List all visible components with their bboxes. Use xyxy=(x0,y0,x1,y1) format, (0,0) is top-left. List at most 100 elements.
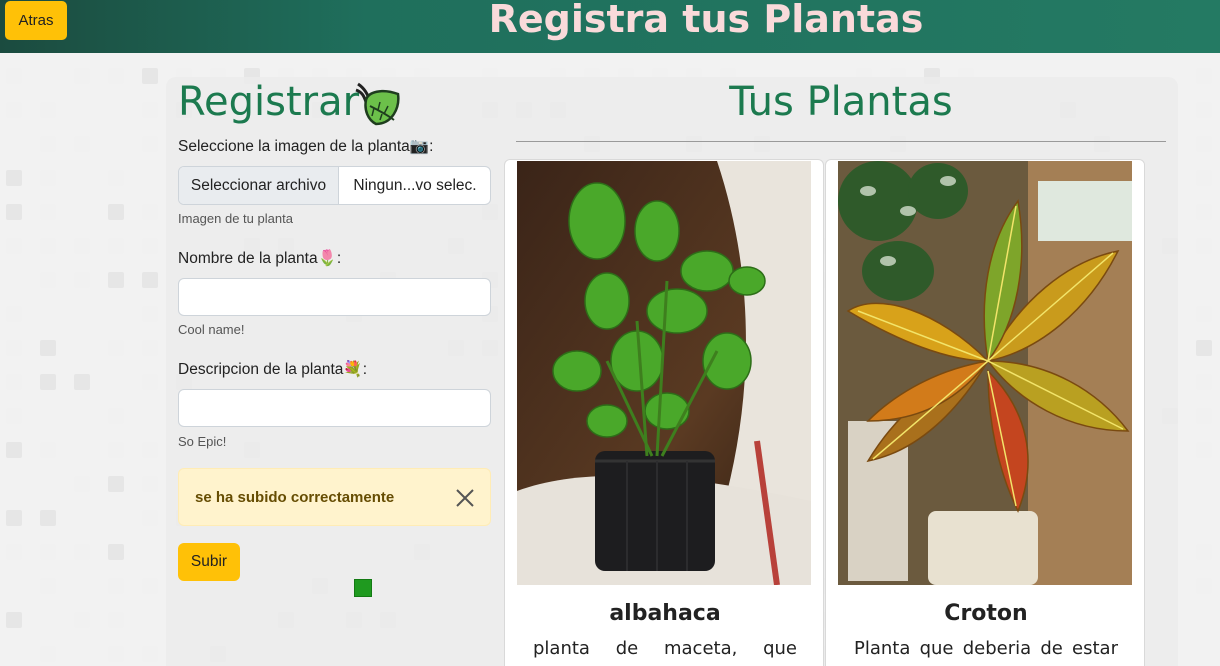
background-tile xyxy=(6,544,22,560)
background-tile xyxy=(108,612,124,628)
background-tile xyxy=(6,204,22,220)
background-tile xyxy=(1196,68,1212,84)
background-tile xyxy=(40,544,56,560)
background-tile xyxy=(108,578,124,594)
plant-name: albahaca xyxy=(609,601,721,626)
background-tile xyxy=(142,272,158,288)
background-tile xyxy=(1196,306,1212,322)
background-tile xyxy=(142,340,158,356)
background-tile xyxy=(108,544,124,560)
close-icon[interactable] xyxy=(455,488,475,508)
background-tile xyxy=(74,374,90,390)
background-tile xyxy=(6,102,22,118)
image-label: Seleccione la imagen de la planta📷: xyxy=(178,138,434,155)
divider xyxy=(516,141,1166,142)
image-hint: Imagen de tu planta xyxy=(178,211,293,226)
background-tile xyxy=(74,272,90,288)
background-tile xyxy=(74,476,90,492)
background-tile xyxy=(108,442,124,458)
background-tile xyxy=(108,204,124,220)
background-tile xyxy=(6,408,22,424)
description-hint: So Epic! xyxy=(178,434,227,449)
background-tile xyxy=(1196,340,1212,356)
background-tile xyxy=(142,136,158,152)
background-tile xyxy=(74,612,90,628)
background-tile xyxy=(108,238,124,254)
select-file-button[interactable]: Seleccionar archivo xyxy=(179,167,339,204)
alert-message: se ha subido correctamente xyxy=(195,489,395,506)
background-tile xyxy=(1196,544,1212,560)
form-title: Registrar xyxy=(178,79,360,125)
background-tile xyxy=(40,442,56,458)
main-panel: Registrar Seleccione la imagen de la pla… xyxy=(166,77,1178,666)
background-tile xyxy=(40,340,56,356)
background-tile xyxy=(1196,136,1212,152)
leaf-in-hand-icon xyxy=(355,82,400,126)
plant-description-input[interactable] xyxy=(178,389,491,427)
background-tile xyxy=(40,204,56,220)
background-tile xyxy=(142,374,158,390)
selected-file-name: Ningun...vo selec. xyxy=(353,177,477,194)
background-tile xyxy=(108,68,124,84)
name-hint: Cool name! xyxy=(178,322,245,337)
background-tile xyxy=(6,510,22,526)
background-tile xyxy=(108,476,124,492)
background-tile xyxy=(40,170,56,186)
background-tile xyxy=(6,170,22,186)
submit-button[interactable]: Subir xyxy=(178,543,240,581)
background-tile xyxy=(108,340,124,356)
background-tile xyxy=(142,476,158,492)
background-tile xyxy=(40,272,56,288)
background-tile xyxy=(40,578,56,594)
plants-title: Tus Plantas xyxy=(729,79,953,125)
success-alert: se ha subido correctamente xyxy=(178,468,491,526)
background-tile xyxy=(40,510,56,526)
background-tile xyxy=(1196,204,1212,220)
background-tile xyxy=(1196,238,1212,254)
background-tile xyxy=(142,68,158,84)
background-tile xyxy=(74,238,90,254)
name-label: Nombre de la planta🌷: xyxy=(178,250,342,267)
background-tile xyxy=(74,544,90,560)
background-tile xyxy=(142,204,158,220)
background-tile xyxy=(1196,102,1212,118)
background-tile xyxy=(1196,442,1212,458)
page-title: Registra tus Plantas xyxy=(488,0,924,41)
background-tile xyxy=(6,442,22,458)
background-tile xyxy=(6,340,22,356)
background-tile xyxy=(108,170,124,186)
background-tile xyxy=(1196,408,1212,424)
background-tile xyxy=(6,68,22,84)
background-tile xyxy=(6,238,22,254)
green-square xyxy=(354,579,372,597)
background-tile xyxy=(6,306,22,322)
image-file-input[interactable]: Seleccionar archivo Ningun...vo selec. xyxy=(178,166,491,205)
background-tile xyxy=(142,646,158,662)
background-tile xyxy=(1196,578,1212,594)
background-tile xyxy=(40,136,56,152)
background-tile xyxy=(142,578,158,594)
background-tile xyxy=(40,374,56,390)
background-tile xyxy=(142,442,158,458)
description-label: Descripcion de la planta💐: xyxy=(178,361,368,378)
background-tile xyxy=(1196,170,1212,186)
background-tile xyxy=(1196,374,1212,390)
plant-card[interactable]: albahaca planta de maceta, que xyxy=(504,159,824,666)
background-tile xyxy=(6,374,22,390)
background-tile xyxy=(74,68,90,84)
plant-image-basil xyxy=(517,161,811,585)
background-tile xyxy=(40,102,56,118)
background-tile xyxy=(142,102,158,118)
background-tile xyxy=(108,408,124,424)
plant-image-croton xyxy=(838,161,1132,585)
background-tile xyxy=(74,136,90,152)
background-tile xyxy=(142,510,158,526)
plant-description: Planta que deberia de estar xyxy=(854,638,1118,659)
plant-card[interactable]: Croton Planta que deberia de estar xyxy=(825,159,1145,666)
plant-name: Croton xyxy=(944,601,1028,626)
background-tile xyxy=(142,238,158,254)
plant-description: planta de maceta, que xyxy=(533,638,797,659)
background-tile xyxy=(40,238,56,254)
top-bar: Atras Registra tus Plantas xyxy=(0,0,1220,53)
plant-name-input[interactable] xyxy=(178,278,491,316)
